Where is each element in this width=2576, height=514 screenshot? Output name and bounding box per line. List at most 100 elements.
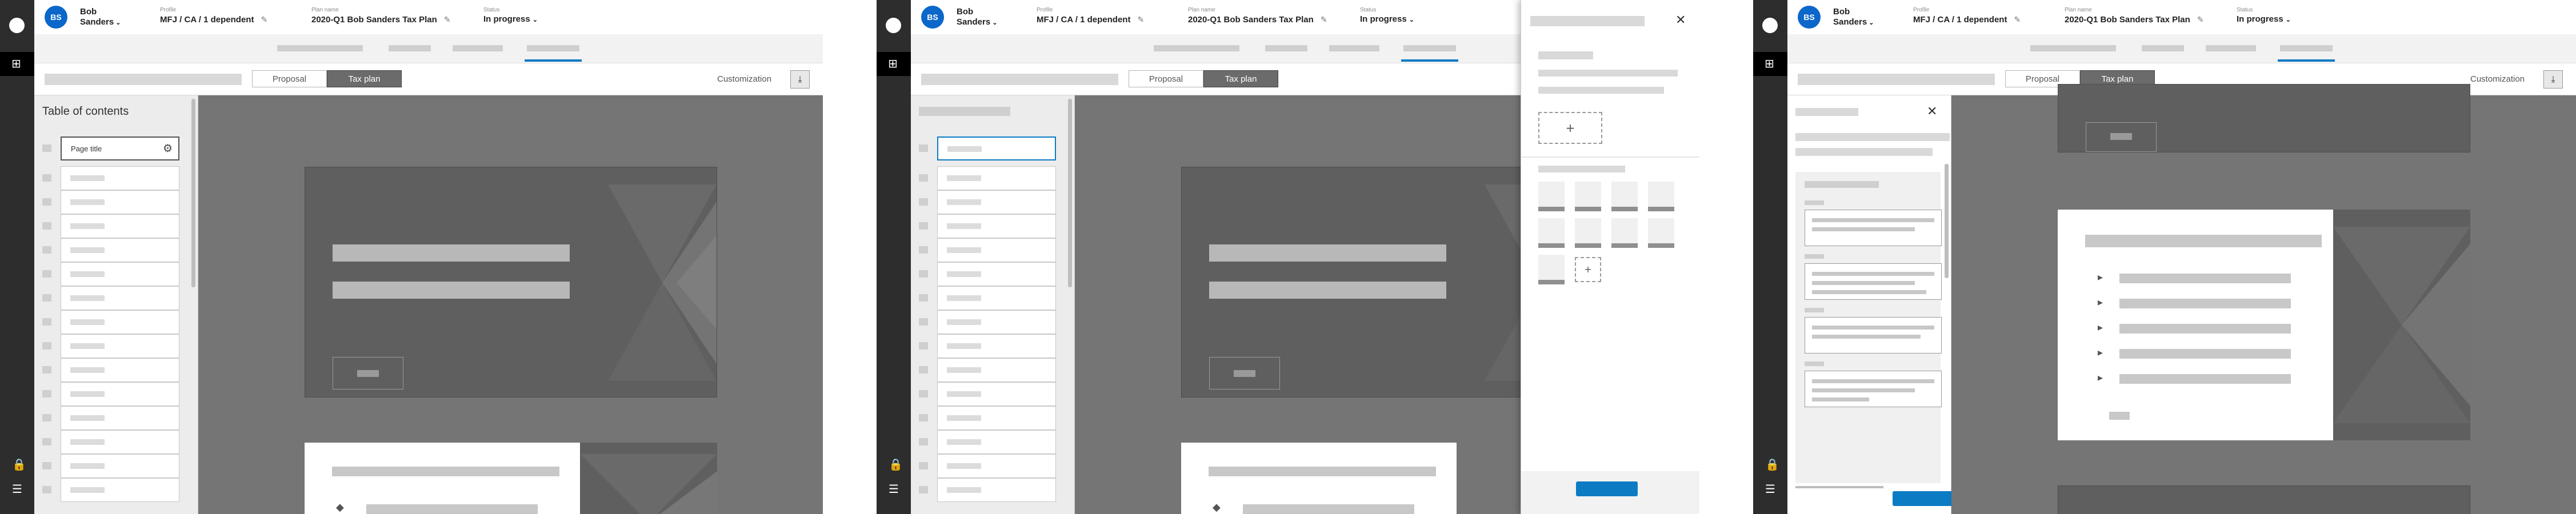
tab-2[interactable] [389, 45, 431, 51]
toc-page-input[interactable] [937, 238, 1056, 262]
download-button[interactable]: ⤓ [790, 70, 810, 89]
drag-handle-icon[interactable] [919, 198, 928, 206]
option-card[interactable] [1805, 263, 1942, 300]
client-name[interactable]: Bob Sanders ⌄ [957, 7, 997, 28]
toc-page-input[interactable] [61, 382, 179, 406]
toc-page-input[interactable] [937, 358, 1056, 382]
status-dropdown[interactable]: In progress ⌄ [1360, 14, 1414, 26]
tab-3[interactable] [2206, 45, 2256, 51]
pencil-icon[interactable]: ✎ [444, 15, 451, 24]
drag-handle-icon[interactable] [42, 270, 51, 278]
option-card[interactable] [1805, 371, 1942, 407]
drag-handle-icon[interactable] [42, 390, 51, 397]
drag-handle-icon[interactable] [919, 414, 928, 421]
app-logo[interactable] [886, 18, 901, 33]
close-icon[interactable]: ✕ [1675, 14, 1686, 27]
option-card[interactable] [1805, 317, 1942, 354]
cover-slide[interactable] [305, 167, 717, 397]
toc-page-input[interactable] [937, 406, 1056, 430]
toc-page-input[interactable] [937, 310, 1056, 334]
primary-action-button[interactable] [1893, 491, 1953, 506]
pencil-icon[interactable]: ✎ [2197, 15, 2204, 24]
template-tile[interactable] [1538, 182, 1565, 211]
page-title-input[interactable]: Page title ⚙ [61, 136, 179, 160]
proposal-segment[interactable]: Proposal [1129, 70, 1203, 87]
pencil-icon[interactable]: ✎ [261, 15, 267, 24]
template-tile[interactable] [1648, 218, 1674, 248]
drag-handle-icon[interactable] [919, 486, 928, 493]
app-logo[interactable] [1762, 18, 1778, 33]
toc-page-input[interactable] [61, 478, 179, 502]
template-tile[interactable] [1575, 182, 1601, 211]
toc-page-input[interactable] [937, 334, 1056, 358]
lock-icon[interactable]: 🔒 [12, 459, 26, 470]
pencil-icon[interactable]: ✎ [1137, 15, 1144, 24]
toc-page-input[interactable] [937, 478, 1056, 502]
proposal-segment[interactable]: Proposal [252, 70, 327, 87]
drag-handle-icon[interactable] [42, 144, 51, 152]
content-slide[interactable]: ▸ ▸ ▸ ▸ ▸ [2058, 210, 2333, 440]
toc-page-input[interactable] [61, 238, 179, 262]
option-card[interactable] [1805, 210, 1942, 246]
toc-page-input[interactable] [937, 136, 1056, 160]
tab-3[interactable] [1329, 45, 1379, 51]
tab-1[interactable] [1154, 45, 1239, 51]
toc-page-input[interactable] [61, 166, 179, 190]
toc-page-input[interactable] [937, 214, 1056, 238]
toc-scrollbar[interactable] [1068, 99, 1072, 287]
tab-4-selected[interactable] [525, 45, 582, 62]
toc-page-input[interactable] [937, 382, 1056, 406]
grid-icon[interactable]: ⊞ [11, 58, 21, 69]
next-slide[interactable] [2058, 485, 2470, 514]
drag-handle-icon[interactable] [42, 486, 51, 493]
tab-4-selected[interactable] [1401, 45, 1458, 62]
toc-page-input[interactable] [937, 190, 1056, 214]
toc-page-input[interactable] [937, 454, 1056, 478]
toc-page-input[interactable] [61, 286, 179, 310]
list-menu-icon[interactable]: ☰ [1765, 483, 1775, 495]
pencil-icon[interactable]: ✎ [2014, 15, 2021, 24]
tab-1[interactable] [277, 45, 363, 51]
drag-handle-icon[interactable] [919, 294, 928, 302]
content-slide[interactable]: ◆ [305, 443, 580, 514]
client-name[interactable]: Bob Sanders ⌄ [80, 7, 121, 28]
tax-plan-segment[interactable]: Tax plan [1203, 70, 1278, 87]
drag-handle-icon[interactable] [42, 438, 51, 445]
template-tile[interactable] [1538, 255, 1565, 284]
drag-handle-icon[interactable] [42, 342, 51, 350]
pencil-icon[interactable]: ✎ [1321, 15, 1327, 24]
toc-page-input[interactable] [61, 190, 179, 214]
toc-page-input[interactable] [937, 430, 1056, 454]
drag-handle-icon[interactable] [42, 462, 51, 469]
drag-handle-icon[interactable] [919, 342, 928, 350]
cover-slide[interactable] [2058, 84, 2470, 152]
content-slide[interactable]: ◆ [1181, 443, 1457, 514]
template-tile[interactable] [1538, 218, 1565, 248]
drag-handle-icon[interactable] [42, 414, 51, 421]
toc-page-input[interactable] [61, 262, 179, 286]
drag-handle-icon[interactable] [42, 366, 51, 374]
toc-page-input[interactable] [61, 454, 179, 478]
add-template-button[interactable]: + [1575, 257, 1601, 282]
toc-page-input[interactable] [61, 334, 179, 358]
status-dropdown[interactable]: In progress ⌄ [483, 14, 538, 26]
toc-page-input[interactable] [61, 430, 179, 454]
drag-handle-icon[interactable] [919, 438, 928, 445]
tab-4-selected[interactable] [2278, 45, 2335, 62]
drag-handle-icon[interactable] [919, 462, 928, 469]
settings-scrollbar[interactable] [1945, 164, 1949, 278]
toc-page-input[interactable] [937, 286, 1056, 310]
tax-plan-segment[interactable]: Tax plan [327, 70, 402, 87]
drag-handle-icon[interactable] [42, 222, 51, 230]
close-icon[interactable]: ✕ [1927, 106, 1937, 118]
drag-handle-icon[interactable] [919, 246, 928, 254]
drag-handle-icon[interactable] [919, 390, 928, 397]
toc-page-input[interactable] [61, 358, 179, 382]
drag-handle-icon[interactable] [42, 246, 51, 254]
status-dropdown[interactable]: In progress ⌄ [2237, 14, 2291, 26]
drag-handle-icon[interactable] [919, 270, 928, 278]
lock-icon[interactable]: 🔒 [1765, 459, 1779, 470]
drag-handle-icon[interactable] [919, 366, 928, 374]
download-button[interactable]: ⤓ [2543, 70, 2563, 89]
gear-icon[interactable]: ⚙ [163, 143, 173, 154]
